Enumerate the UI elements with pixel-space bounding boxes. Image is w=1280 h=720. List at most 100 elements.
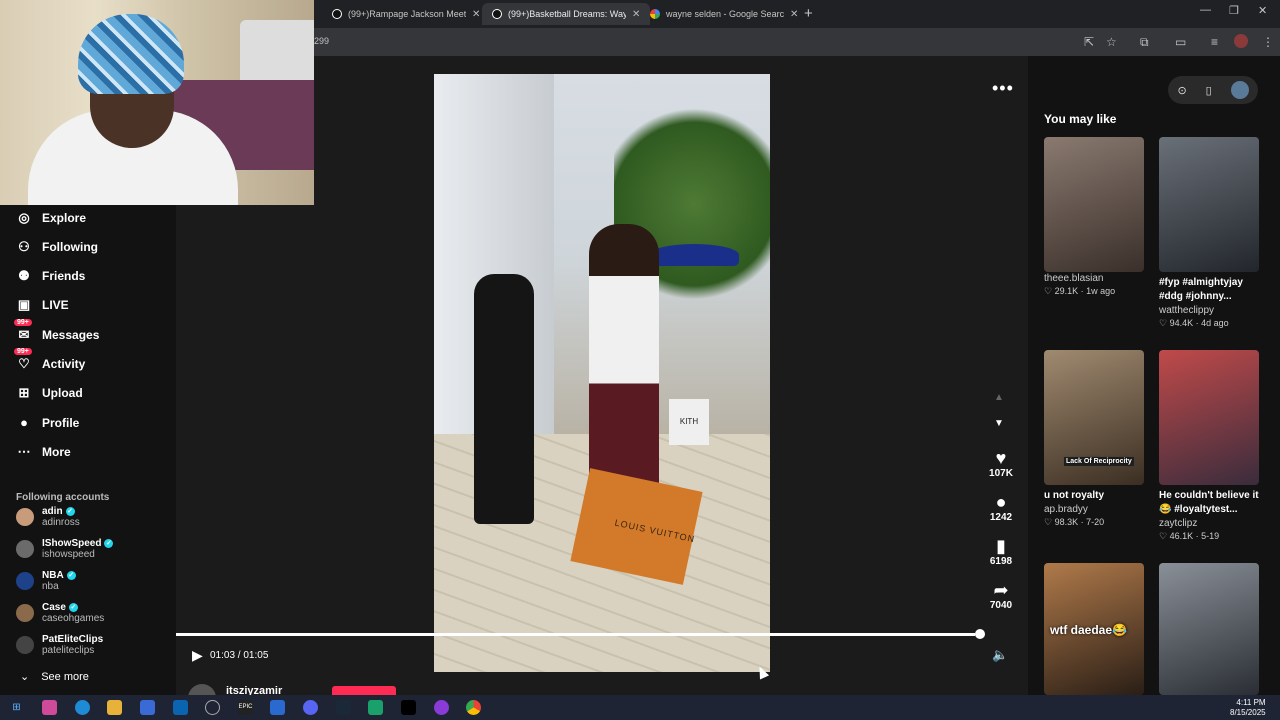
recommended-video-card[interactable]: wtf daedae😂 xyxy=(1044,563,1144,695)
top-action-icons: ⊙ ▯ xyxy=(1168,76,1258,104)
card-meta: ♡ 98.3K · 7-20 xyxy=(1044,517,1105,527)
video-thumbnail[interactable]: wtf daedae😂 xyxy=(1044,563,1144,695)
previous-video-icon[interactable]: ▲ xyxy=(994,392,1004,403)
sidebar-item-upload[interactable]: ⊞ Upload xyxy=(16,385,83,401)
extensions-icon[interactable]: ⧉ xyxy=(1140,35,1149,50)
sidebar-item-label: Following xyxy=(42,240,98,254)
url-text[interactable]: 299 xyxy=(314,36,329,46)
card-meta: ♡ 94.4K · 4d ago xyxy=(1159,318,1229,328)
messages-icon: ✉ 99+ xyxy=(14,319,32,343)
browser-tab[interactable]: (99+)Rampage Jackson Meets ✕ xyxy=(322,3,490,25)
sidebar-item-following[interactable]: ⚇ Following xyxy=(16,239,98,255)
kith-bag-text: KITH xyxy=(669,399,709,445)
following-account[interactable]: PatEliteClips pateliteclips xyxy=(16,634,103,656)
copilot-icon[interactable] xyxy=(42,700,57,715)
comment-button[interactable]: ● 1242 xyxy=(984,492,1018,523)
video-frame[interactable]: KITH LOUIS VUITTON xyxy=(434,74,770,672)
card-username[interactable]: zaytclipz xyxy=(1159,518,1259,529)
sidebar-item-profile[interactable]: ● Profile xyxy=(16,415,79,430)
video-scene-person xyxy=(474,274,534,524)
video-thumbnail[interactable] xyxy=(1159,350,1259,485)
video-thumbnail[interactable] xyxy=(1159,563,1259,695)
edge-icon[interactable] xyxy=(75,700,90,715)
card-username[interactable]: wattheclippy xyxy=(1159,305,1259,316)
restore-icon[interactable]: ❐ xyxy=(1229,4,1239,17)
progress-bar[interactable] xyxy=(176,633,975,636)
minimize-icon[interactable]: — xyxy=(1200,4,1211,16)
video-thumbnail[interactable] xyxy=(1044,137,1144,272)
sidebar-item-live[interactable]: ▣ LIVE xyxy=(16,297,69,313)
more-options-icon[interactable]: ••• xyxy=(992,78,1014,99)
recommended-video-card[interactable]: He couldn't believe it 😂 #loyaltytest...… xyxy=(1159,350,1259,542)
app-icon[interactable] xyxy=(434,700,449,715)
sidebar-item-more[interactable]: ⋯ More xyxy=(16,444,71,460)
recommended-video-card[interactable]: #fyp #almightyjay #ddg #johnny... watthe… xyxy=(1159,137,1259,329)
browser-tab[interactable]: wayne selden - Google Search ✕ xyxy=(640,3,808,25)
coin-icon[interactable]: ⊙ xyxy=(1177,84,1186,97)
bookmark-button[interactable]: ▮ 6198 xyxy=(984,536,1018,567)
following-account[interactable]: NBA ✓ nba xyxy=(16,570,76,592)
app-icon[interactable] xyxy=(270,700,285,715)
chevron-down-icon: ⌄ xyxy=(20,671,30,683)
following-account[interactable]: Case ✓ caseohgames xyxy=(16,602,104,624)
card-username[interactable]: theee.blasian xyxy=(1044,273,1144,284)
card-username[interactable]: ap.bradyy xyxy=(1044,504,1144,515)
bookmark-star-icon[interactable]: ☆ xyxy=(1106,35,1117,49)
app-icon[interactable] xyxy=(368,700,383,715)
comment-icon: ● xyxy=(995,492,1007,512)
new-tab-button[interactable]: + xyxy=(804,5,813,22)
sidebar-item-explore[interactable]: ◎ Explore xyxy=(16,210,86,226)
tiktok-taskbar-icon[interactable] xyxy=(401,700,416,715)
taskbar-clock[interactable]: 4:11 PM 8/15/2025 xyxy=(1230,698,1266,718)
window-close-icon[interactable]: ✕ xyxy=(1258,4,1267,17)
outlook-icon[interactable] xyxy=(173,700,188,715)
progress-handle[interactable] xyxy=(975,629,985,639)
browser-tab-active[interactable]: (99+)Basketball Dreams: Wayne ✕ xyxy=(482,3,651,25)
volume-icon[interactable]: 🔈 xyxy=(992,647,1008,663)
like-button[interactable]: ♥ 107K xyxy=(984,448,1018,479)
clock-time: 4:11 PM xyxy=(1236,698,1266,707)
video-thumbnail[interactable] xyxy=(1159,137,1259,272)
chrome-icon[interactable] xyxy=(466,700,481,715)
play-icon[interactable]: ▶ xyxy=(192,647,203,664)
store-icon[interactable] xyxy=(140,700,155,715)
share-button[interactable]: ➦ 7040 xyxy=(984,580,1018,611)
following-account[interactable]: IShowSpeed ✓ ishowspeed xyxy=(16,538,114,560)
thumbnail-caption: Lack Of Reciprocity xyxy=(1064,457,1134,466)
steam-icon[interactable] xyxy=(336,700,351,715)
media-icon[interactable]: ≡ xyxy=(1211,35,1218,49)
card-title[interactable]: #fyp #almightyjay #ddg #johnny... xyxy=(1159,276,1259,304)
windows-start-icon[interactable]: ⊞ xyxy=(9,700,24,715)
next-video-icon[interactable]: ▼ xyxy=(994,418,1004,429)
clock-app-icon[interactable] xyxy=(205,700,220,715)
webcam-scene-durag xyxy=(78,14,184,94)
install-app-icon[interactable]: ⇱ xyxy=(1084,35,1094,49)
account-handle: pateliteclips xyxy=(42,645,95,656)
card-title[interactable]: u not royalty xyxy=(1044,489,1144,503)
sidebar-item-label: LIVE xyxy=(42,298,69,312)
video-scene-umbrella xyxy=(649,244,739,266)
video-thumbnail[interactable]: Lack Of Reciprocity xyxy=(1044,350,1144,485)
see-more-button[interactable]: ⌄ See more xyxy=(20,670,89,684)
share-icon: ➦ xyxy=(993,580,1009,600)
sidebar-item-messages[interactable]: ✉ 99+ Messages xyxy=(14,319,99,343)
sidepanel-icon[interactable]: ▭ xyxy=(1175,35,1186,49)
verified-icon: ✓ xyxy=(104,539,114,548)
recommended-video-card[interactable]: theee.blasian ♡ 29.1K · 1w ago xyxy=(1044,137,1144,297)
recommended-video-card[interactable]: Lack Of Reciprocity u not royalty ap.bra… xyxy=(1044,350,1144,528)
kebab-menu-icon[interactable]: ⋮ xyxy=(1262,35,1274,49)
file-explorer-icon[interactable] xyxy=(107,700,122,715)
user-avatar[interactable] xyxy=(1230,81,1249,99)
profile-avatar[interactable] xyxy=(1234,34,1248,48)
recommended-video-card[interactable] xyxy=(1159,563,1259,695)
discord-icon[interactable] xyxy=(303,700,318,715)
following-account[interactable]: adin ✓ adinross xyxy=(16,506,80,528)
sidebar-item-friends[interactable]: ⚉ Friends xyxy=(16,268,85,284)
close-icon[interactable]: ✕ xyxy=(790,9,798,20)
device-icon[interactable]: ▯ xyxy=(1206,84,1212,97)
epic-games-icon[interactable]: EPIC xyxy=(238,700,253,715)
card-title[interactable]: He couldn't believe it 😂 #loyaltytest... xyxy=(1159,489,1259,517)
close-icon[interactable]: ✕ xyxy=(472,9,480,20)
account-name: NBA xyxy=(42,570,64,581)
sidebar-item-activity[interactable]: ♡ 99+ Activity xyxy=(14,348,85,372)
